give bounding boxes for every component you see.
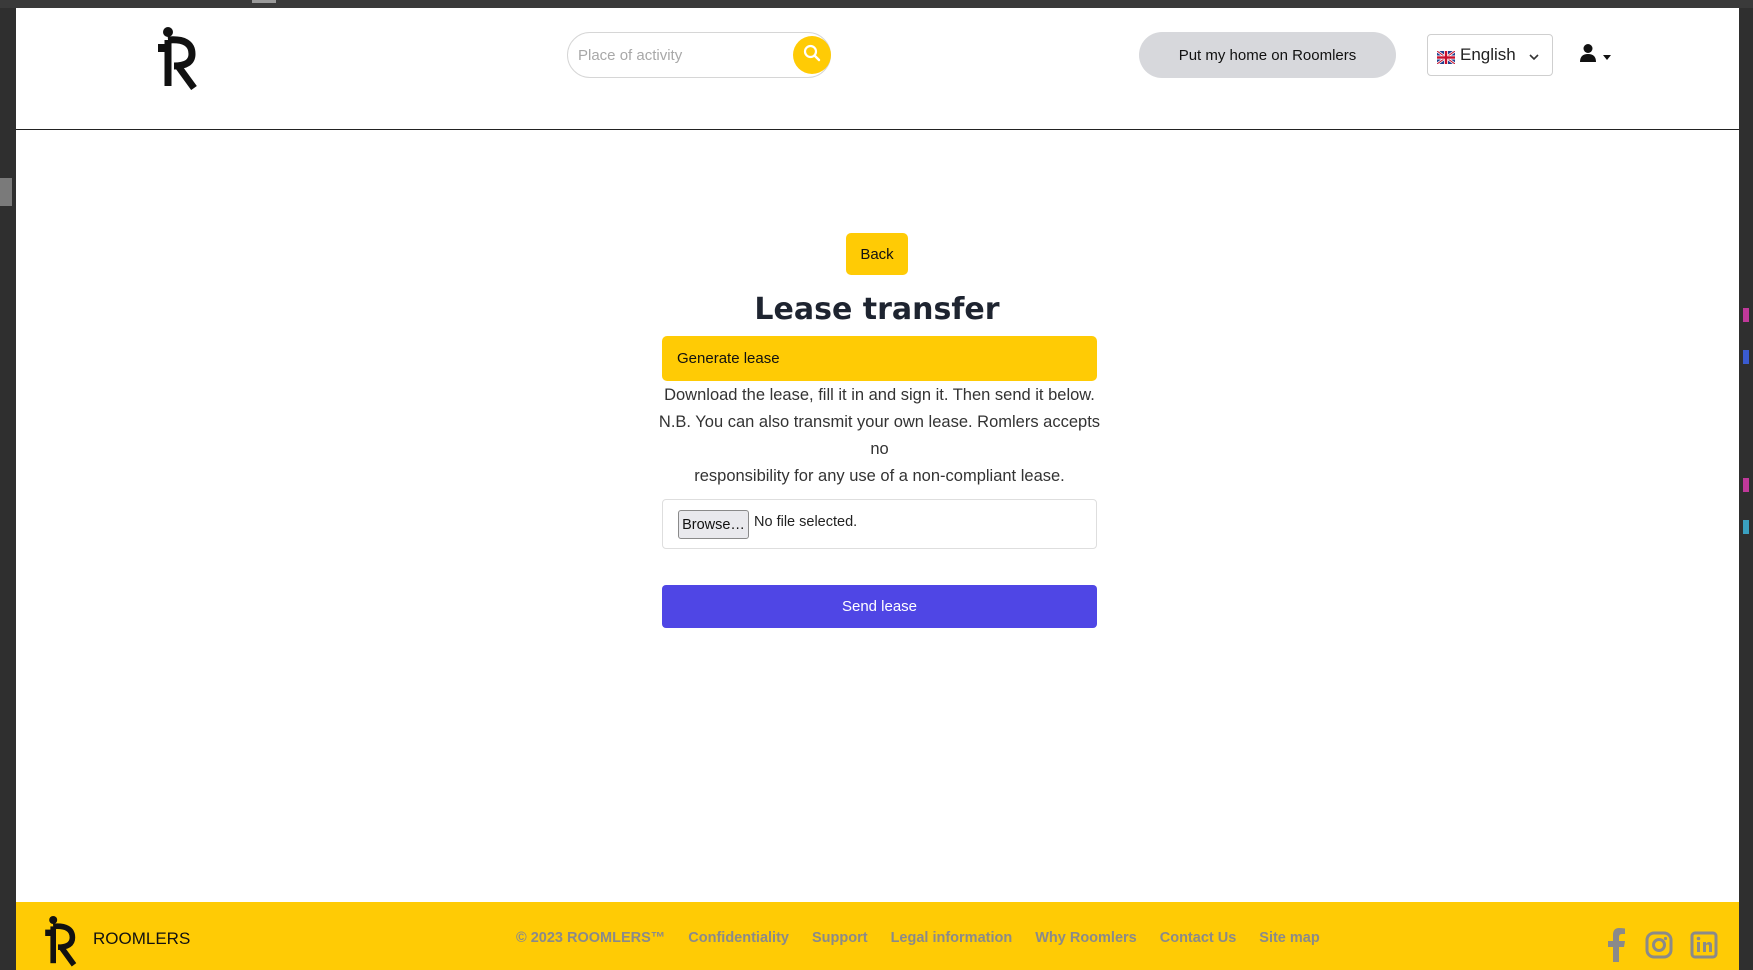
- instagram-icon[interactable]: [1645, 928, 1673, 962]
- user-icon: [1579, 43, 1597, 67]
- language-select[interactable]: English: [1427, 34, 1553, 76]
- footer-link-why-roomlers[interactable]: Why Roomlers: [1035, 930, 1137, 946]
- edge-marker: [1743, 520, 1749, 534]
- lease-instructions: Download the lease, fill it in and sign …: [652, 382, 1107, 490]
- file-upload-field[interactable]: Browse… No file selected.: [662, 499, 1097, 549]
- tab-indicator: [252, 0, 276, 3]
- footer-link-contact[interactable]: Contact Us: [1160, 930, 1237, 946]
- search-icon: [803, 44, 821, 66]
- uk-flag-icon: [1436, 49, 1456, 65]
- right-edge: [1739, 8, 1753, 970]
- user-menu-dropdown[interactable]: [1579, 42, 1615, 68]
- footer-links: © 2023 ROOMLERS™ Confidentiality Support…: [516, 930, 1343, 946]
- page-title: Lease transfer: [754, 292, 1000, 327]
- edge-marker: [1743, 350, 1749, 364]
- footer-link-legal[interactable]: Legal information: [891, 930, 1013, 946]
- instruction-line: N.B. You can also transmit your own leas…: [658, 413, 1101, 458]
- site-header: Put my home on Roomlers English: [16, 8, 1739, 130]
- chevron-down-icon: [1528, 48, 1540, 68]
- site-footer: ROOMLERS © 2023 ROOMLERS™ Confidentialit…: [16, 902, 1739, 970]
- caret-down-icon: [1603, 46, 1611, 65]
- footer-link-confidentiality[interactable]: Confidentiality: [688, 930, 789, 946]
- footer-copyright: © 2023 ROOMLERS™: [516, 930, 666, 946]
- edge-marker: [1743, 308, 1749, 322]
- send-lease-button[interactable]: Send lease: [662, 585, 1097, 628]
- linkedin-icon[interactable]: [1690, 928, 1718, 962]
- search-bar: [567, 32, 831, 78]
- facebook-icon[interactable]: [1602, 928, 1630, 962]
- footer-link-site-map[interactable]: Site map: [1259, 930, 1319, 946]
- browser-top-strip: [0, 0, 1753, 8]
- put-home-button[interactable]: Put my home on Roomlers: [1139, 32, 1396, 78]
- browse-button[interactable]: Browse…: [678, 510, 749, 539]
- generate-lease-button[interactable]: Generate lease: [662, 336, 1097, 381]
- search-input[interactable]: [578, 41, 778, 69]
- footer-link-support[interactable]: Support: [812, 930, 868, 946]
- footer-brand: ROOMLERS: [93, 929, 191, 948]
- language-label: English: [1460, 45, 1516, 64]
- search-button[interactable]: [793, 36, 831, 74]
- roomlers-logo[interactable]: [154, 24, 204, 91]
- page-viewport: Put my home on Roomlers English: [16, 8, 1739, 970]
- file-status-text: No file selected.: [754, 514, 858, 530]
- edge-marker: [1743, 478, 1749, 492]
- scroll-marker: [0, 178, 12, 206]
- back-button[interactable]: Back: [846, 233, 908, 275]
- instruction-line: Download the lease, fill it in and sign …: [664, 386, 1095, 404]
- left-edge: [0, 8, 16, 970]
- instruction-line: responsibility for any use of a non-comp…: [694, 467, 1065, 485]
- footer-logo[interactable]: [42, 910, 82, 970]
